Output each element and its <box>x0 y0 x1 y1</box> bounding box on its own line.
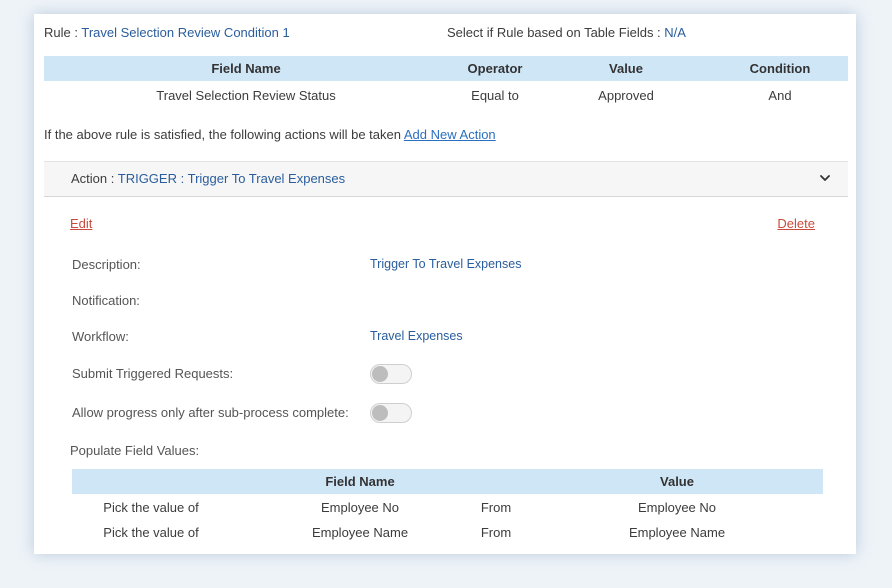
submit-triggered-toggle[interactable] <box>370 364 412 384</box>
header-condition: Condition <box>749 61 811 76</box>
rule-card: Rule : Travel Selection Review Condition… <box>34 14 856 554</box>
pop-row-action: Pick the value of <box>103 500 199 515</box>
chevron-down-icon[interactable] <box>818 171 832 185</box>
toggle-knob <box>372 405 388 421</box>
table-fields-selector: Select if Rule based on Table Fields : N… <box>447 25 686 40</box>
pop-row-from: From <box>480 525 512 540</box>
toggle-knob <box>372 366 388 382</box>
table-row: Travel Selection Review Status Equal to … <box>44 83 848 108</box>
pop-row-value: Employee No <box>637 500 717 515</box>
pop-row-action: Pick the value of <box>103 525 199 540</box>
action-label: Action : <box>71 171 115 186</box>
row-field-name: Travel Selection Review Status <box>156 88 336 103</box>
action-type: TRIGGER <box>117 171 177 186</box>
action-separator: : <box>180 171 185 186</box>
table-fields-value[interactable]: N/A <box>664 25 686 40</box>
rule-table-header: Field Name Operator Value Condition <box>44 56 848 81</box>
populate-table-header: Field Name Value <box>72 469 823 494</box>
table-fields-label: Select if Rule based on Table Fields : <box>447 25 661 40</box>
description-value: Trigger To Travel Expenses <box>370 257 522 271</box>
workflow-value: Travel Expenses <box>370 329 463 343</box>
workflow-label: Workflow: <box>72 329 129 344</box>
action-accordion-header[interactable]: Action : TRIGGER : Trigger To Travel Exp… <box>44 161 848 197</box>
pop-row-value: Employee Name <box>628 525 726 540</box>
pop-row-field: Employee No <box>320 500 400 515</box>
header-value: Value <box>609 61 643 76</box>
allow-progress-label: Allow progress only after sub-process co… <box>72 405 349 420</box>
header-operator: Operator <box>467 61 523 76</box>
actions-intro: If the above rule is satisfied, the foll… <box>44 127 496 142</box>
populate-field-values-label: Populate Field Values: <box>70 443 200 458</box>
add-new-action-link[interactable]: Add New Action <box>404 127 496 142</box>
rule-name: Travel Selection Review Condition 1 <box>81 25 290 40</box>
pop-row-field: Employee Name <box>311 525 409 540</box>
delete-link[interactable]: Delete <box>777 216 815 231</box>
actions-intro-text: If the above rule is satisfied, the foll… <box>44 127 401 142</box>
row-value: Approved <box>598 88 654 103</box>
action-title: Action : TRIGGER : Trigger To Travel Exp… <box>71 162 345 196</box>
rule-title: Rule : Travel Selection Review Condition… <box>44 25 290 40</box>
pop-header-field-name: Field Name <box>325 474 395 489</box>
table-row: Pick the value of Employee Name From Emp… <box>72 520 823 545</box>
description-label: Description: <box>72 257 141 272</box>
header-field-name: Field Name <box>211 61 281 76</box>
submit-triggered-label: Submit Triggered Requests: <box>72 366 234 381</box>
row-operator: Equal to <box>471 88 519 103</box>
row-condition: And <box>768 88 792 103</box>
edit-link[interactable]: Edit <box>70 216 92 231</box>
action-name: Trigger To Travel Expenses <box>187 171 346 186</box>
pop-header-value: Value <box>660 474 694 489</box>
notification-label: Notification: <box>72 293 140 308</box>
table-row: Pick the value of Employee No From Emplo… <box>72 495 823 520</box>
allow-progress-toggle[interactable] <box>370 403 412 423</box>
rule-label: Rule : <box>44 25 78 40</box>
pop-row-from: From <box>480 500 512 515</box>
